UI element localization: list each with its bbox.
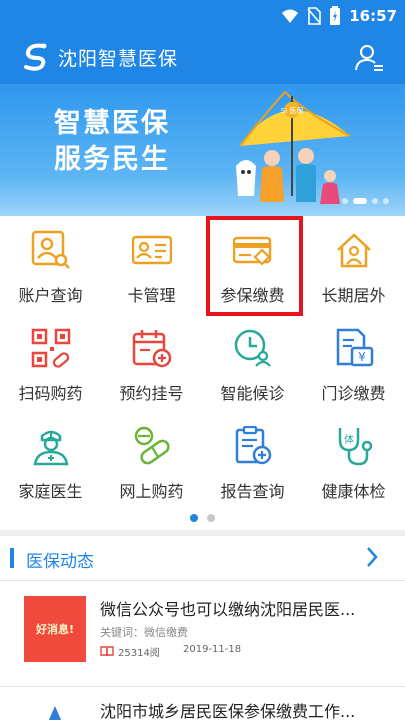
battery-icon — [330, 6, 341, 25]
qr-medicine-icon — [31, 328, 71, 368]
app-title: 沈阳智慧医保 — [58, 48, 179, 70]
news-headline: 微信公众号也可以缴纳沈阳居民医... — [100, 600, 356, 619]
news-section-header[interactable]: 医保动态 — [0, 536, 405, 580]
news-keywords: 关键词：微信缴费 — [100, 626, 188, 639]
outpatient-pay-icon: ¥ — [336, 328, 374, 367]
banner-line-2: 服务民生 — [54, 144, 170, 175]
thumbnail-text: 好消息! — [35, 623, 75, 636]
clock: 16:57 — [349, 7, 397, 25]
appointment-icon — [132, 330, 172, 368]
grid-item-online-medicine[interactable]: 网上购药 — [101, 412, 202, 510]
section-accent-bar — [10, 548, 14, 568]
grid-item-label: 健康体检 — [321, 482, 386, 501]
grid-item-label: 长期居外 — [321, 286, 386, 305]
card-manage-icon — [132, 235, 172, 265]
grid-item-label: 报告查询 — [220, 482, 285, 501]
promo-banner[interactable]: 智慧医保 服务民生 SI 医保 — [0, 84, 405, 216]
grid-item-card-manage[interactable]: 卡管理 — [101, 216, 202, 314]
umbrella-family-illustration: SI 医保 — [236, 90, 351, 204]
account-search-icon — [31, 230, 70, 269]
user-settings-icon[interactable] — [353, 42, 385, 74]
banner-dot-active — [353, 198, 367, 204]
grid-item-label: 扫码购药 — [18, 384, 83, 403]
app-header: 沈阳智慧医保 — [0, 32, 405, 84]
highlight-box — [206, 216, 303, 316]
report-search-icon — [235, 426, 272, 465]
news-headline: 沈阳市城乡居民医保参保缴费工作... — [100, 702, 356, 720]
grid-item-report-search[interactable]: 报告查询 — [202, 412, 303, 510]
home-abroad-icon — [337, 233, 371, 268]
grid-item-label: 卡管理 — [127, 286, 176, 305]
grid-page-dot-active — [190, 514, 198, 522]
grid-item-health-check[interactable]: 体 健康体检 — [303, 412, 404, 510]
grid-item-label: 家庭医生 — [18, 482, 83, 501]
news-thumbnail: 好消息! — [24, 596, 86, 662]
news-read-count: 25314阅 — [100, 644, 160, 659]
grid-item-account-search[interactable]: 账户查询 — [0, 216, 101, 314]
news-item[interactable]: 沈阳市城乡居民医保参保缴费工作... — [0, 688, 405, 720]
banner-slogan: 智慧医保 服务民生 — [54, 106, 170, 178]
banner-dot — [342, 198, 348, 204]
book-icon — [100, 646, 114, 657]
grid-item-label: 门诊缴费 — [321, 384, 386, 403]
wifi-icon — [282, 9, 299, 23]
service-grid: 账户查询 卡管理 参保缴费 长期居外 扫码购药 预约挂号 智能候诊 ¥ 门诊缴费… — [0, 216, 405, 510]
status-bar: 16:57 — [0, 0, 405, 32]
read-count: 25314阅 — [118, 648, 160, 659]
svg-text:¥: ¥ — [358, 350, 366, 364]
grid-item-label: 预约挂号 — [119, 384, 184, 403]
grid-page-dot — [207, 514, 215, 522]
banner-line-1: 智慧医保 — [54, 108, 170, 139]
grid-item-qr-medicine[interactable]: 扫码购药 — [0, 314, 101, 412]
grid-item-label: 智能候诊 — [220, 384, 285, 403]
banner-pagination — [342, 198, 389, 204]
smart-queue-icon — [234, 329, 271, 367]
svg-text:体: 体 — [344, 434, 354, 446]
grid-item-label: 账户查询 — [18, 286, 83, 305]
online-medicine-icon — [134, 426, 170, 465]
family-doctor-icon — [33, 430, 69, 466]
no-sim-icon — [307, 7, 322, 25]
grid-item-label: 网上购药 — [119, 482, 184, 501]
banner-dot — [383, 198, 389, 204]
divider — [0, 580, 405, 581]
divider — [0, 686, 405, 687]
news-section-title: 医保动态 — [26, 552, 94, 572]
news-date: 2019-11-18 — [183, 644, 242, 655]
chevron-right-icon[interactable] — [365, 545, 379, 569]
grid-pagination — [0, 514, 405, 528]
app-logo-icon — [24, 43, 47, 71]
grid-item-smart-queue[interactable]: 智能候诊 — [202, 314, 303, 412]
news-item[interactable]: 好消息! 微信公众号也可以缴纳沈阳居民医... 关键词：微信缴费 25314阅 … — [0, 582, 405, 686]
grid-item-outpatient-pay[interactable]: ¥ 门诊缴费 — [303, 314, 404, 412]
grid-item-appointment[interactable]: 预约挂号 — [101, 314, 202, 412]
news-thumbnail — [48, 706, 62, 720]
grid-item-family-doctor[interactable]: 家庭医生 — [0, 412, 101, 510]
grid-item-home-abroad[interactable]: 长期居外 — [303, 216, 404, 314]
banner-dot — [372, 198, 378, 204]
health-check-icon: 体 — [338, 428, 373, 466]
umbrella-text: SI 医保 — [281, 106, 304, 115]
